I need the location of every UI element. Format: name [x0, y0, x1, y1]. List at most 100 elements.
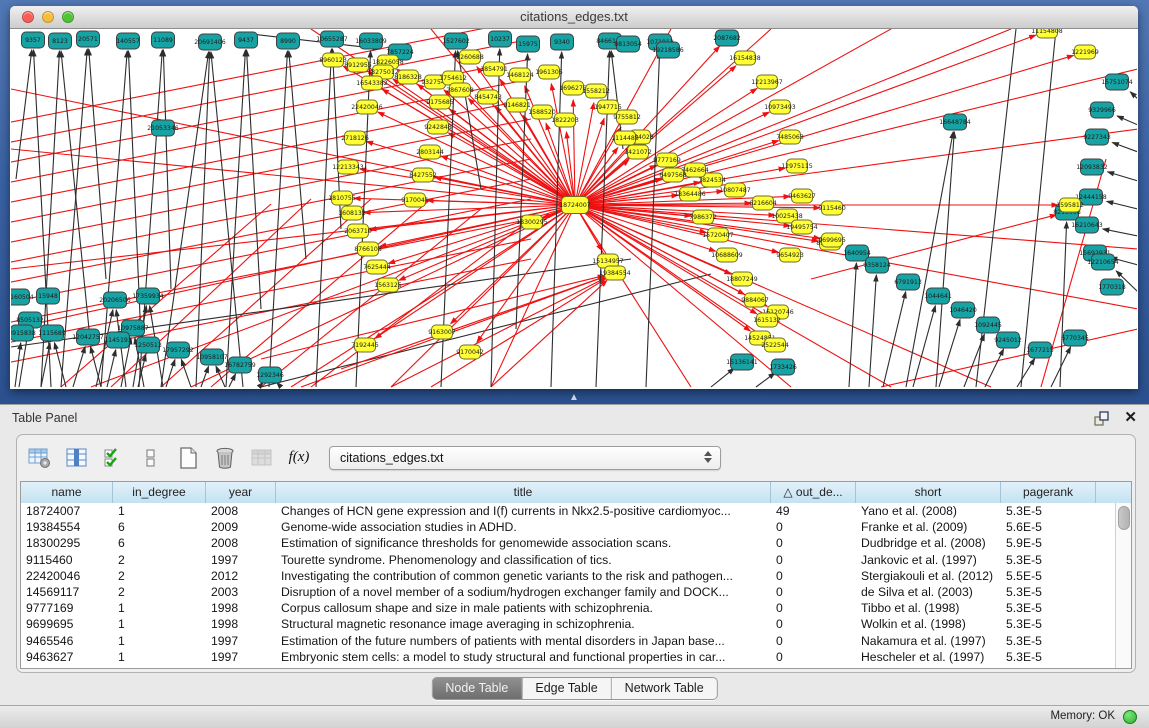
- graph-edge[interactable]: [139, 50, 162, 387]
- table-cell[interactable]: Investigating the contribution of common…: [276, 568, 771, 584]
- graph-node[interactable]: 9340: [551, 34, 574, 50]
- float-panel-icon[interactable]: [1094, 411, 1109, 426]
- zoom-window-button[interactable]: [62, 11, 74, 23]
- graph-node[interactable]: 8123: [49, 33, 72, 49]
- new-table-button[interactable]: [175, 445, 201, 471]
- graph-node[interactable]: 7192445: [351, 338, 379, 352]
- table-cell[interactable]: 1997: [206, 552, 276, 568]
- graph-edge[interactable]: [906, 132, 953, 387]
- column-header-short[interactable]: short: [856, 482, 1001, 503]
- column-header-name[interactable]: name: [21, 482, 113, 503]
- table-cell[interactable]: 0: [771, 552, 856, 568]
- graph-node[interactable]: 12213967: [751, 75, 783, 89]
- table-cell[interactable]: Changes of HCN gene expression and I(f) …: [276, 503, 771, 519]
- graph-node[interactable]: 1114485: [611, 131, 639, 145]
- graph-edge[interactable]: [516, 54, 528, 329]
- graph-edge[interactable]: [1107, 201, 1137, 209]
- tab-network-table[interactable]: Network Table: [612, 678, 717, 699]
- graph-node[interactable]: 12093832: [1076, 159, 1108, 175]
- table-cell[interactable]: 1997: [206, 649, 276, 665]
- table-cell[interactable]: Nakamura et al. (1997): [856, 633, 1001, 649]
- graph-node[interactable]: 1558212: [582, 84, 610, 98]
- table-cell[interactable]: 5.3E-5: [1001, 584, 1096, 600]
- graph-node[interactable]: 1615132: [753, 313, 781, 327]
- graph-node[interactable]: 8427552: [409, 168, 437, 182]
- table-row[interactable]: 946362711997Embryonic stem cells: a mode…: [21, 649, 1116, 665]
- graph-node[interactable]: 15751074: [1101, 74, 1133, 90]
- graph-node[interactable]: 1292346: [256, 367, 284, 383]
- table-cell[interactable]: 19384554: [21, 519, 113, 535]
- tab-node-table[interactable]: Node Table: [432, 678, 522, 699]
- table-cell[interactable]: Franke et al. (2009): [856, 519, 1001, 535]
- graph-edge[interactable]: [1112, 142, 1137, 152]
- graph-node[interactable]: 12975115: [781, 159, 813, 173]
- graph-node[interactable]: 10958107: [196, 349, 228, 365]
- table-cell[interactable]: 5.3E-5: [1001, 503, 1096, 519]
- table-cell[interactable]: 9699695: [21, 616, 113, 632]
- table-row[interactable]: 1938455462009Genome-wide association stu…: [21, 519, 1116, 535]
- network-view-window[interactable]: citations_edges.txt 93578123205711405571…: [10, 6, 1138, 389]
- table-selector-dropdown[interactable]: citations_edges.txt: [329, 446, 721, 470]
- graph-node[interactable]: 9654923: [776, 248, 804, 262]
- table-cell[interactable]: 0: [771, 649, 856, 665]
- table-cell[interactable]: Yano et al. (2008): [856, 503, 1001, 519]
- citation-network-graph[interactable]: 9357812320571140557110892069140694378990…: [11, 29, 1137, 389]
- graph-edge[interactable]: [646, 52, 660, 387]
- table-cell[interactable]: 14569117: [21, 584, 113, 600]
- graph-node[interactable]: 20691406: [194, 34, 226, 50]
- window-titlebar[interactable]: citations_edges.txt: [10, 6, 1138, 29]
- table-row[interactable]: 946554611997Estimation of the future num…: [21, 633, 1116, 649]
- table-cell[interactable]: 9115460: [21, 552, 113, 568]
- graph-node[interactable]: 26160504: [11, 289, 34, 305]
- table-cell[interactable]: 6: [113, 535, 206, 551]
- graph-node[interactable]: 9437: [235, 32, 258, 48]
- graph-node[interactable]: 2260688: [456, 50, 484, 64]
- graph-edge[interactable]: [1021, 29, 1056, 387]
- table-vertical-scrollbar[interactable]: [1115, 503, 1131, 668]
- graph-node[interactable]: 10237: [489, 31, 512, 47]
- graph-node[interactable]: 2522544: [761, 338, 789, 352]
- column-header-title[interactable]: title: [276, 482, 771, 503]
- graph-node[interactable]: 17359934: [132, 288, 164, 304]
- table-cell[interactable]: 2: [113, 568, 206, 584]
- graph-node[interactable]: 18364486: [674, 187, 706, 201]
- graph-edge[interactable]: [311, 219, 531, 387]
- table-cell[interactable]: Hescheler et al. (1997): [856, 649, 1001, 665]
- graph-node[interactable]: 1046420: [949, 302, 977, 318]
- graph-edge[interactable]: [913, 306, 935, 387]
- graph-edge[interactable]: [247, 50, 261, 309]
- graph-node[interactable]: 1563125: [374, 278, 402, 292]
- table-cell[interactable]: Jankovic et al. (1997): [856, 552, 1001, 568]
- table-cell[interactable]: 1998: [206, 616, 276, 632]
- table-cell[interactable]: 1: [113, 503, 206, 519]
- graph-node[interactable]: 21053346: [147, 120, 179, 136]
- graph-node[interactable]: 7485063: [776, 130, 804, 144]
- graph-edge[interactable]: [1017, 358, 1035, 387]
- table-cell[interactable]: Embryonic stem cells: a model to study s…: [276, 649, 771, 665]
- graph-node[interactable]: 3915838: [11, 325, 36, 341]
- graph-node[interactable]: 9884067: [741, 293, 769, 307]
- graph-node[interactable]: 7986372: [689, 210, 717, 224]
- graph-node[interactable]: 2718126: [341, 131, 369, 145]
- table-cell[interactable]: 5.5E-5: [1001, 568, 1096, 584]
- graph-node[interactable]: 2867608: [446, 83, 474, 97]
- table-row[interactable]: 2242004622012Investigating the contribut…: [21, 568, 1116, 584]
- table-row[interactable]: 1830029562008Estimation of significance …: [21, 535, 1116, 551]
- graph-node[interactable]: 10655287: [316, 31, 348, 47]
- column-header-in_degree[interactable]: in_degree: [113, 482, 206, 503]
- graph-node[interactable]: 6791913: [894, 274, 922, 290]
- table-cell[interactable]: 22420046: [21, 568, 113, 584]
- graph-edge[interactable]: [289, 51, 306, 259]
- close-window-button[interactable]: [22, 11, 34, 23]
- graph-node[interactable]: 1854791: [480, 62, 508, 76]
- graph-edge[interactable]: [1108, 172, 1137, 181]
- graph-node[interactable]: 9245012: [994, 332, 1022, 348]
- minimize-window-button[interactable]: [42, 11, 54, 23]
- table-cell[interactable]: 5.3E-5: [1001, 600, 1096, 616]
- graph-node[interactable]: 8813054: [614, 36, 642, 52]
- graph-edge[interactable]: [11, 139, 531, 244]
- graph-node[interactable]: 18724007: [559, 197, 591, 214]
- memory-status-indicator[interactable]: [1123, 710, 1137, 724]
- graph-edge[interactable]: [1051, 347, 1071, 387]
- graph-node[interactable]: 15136141: [726, 354, 758, 370]
